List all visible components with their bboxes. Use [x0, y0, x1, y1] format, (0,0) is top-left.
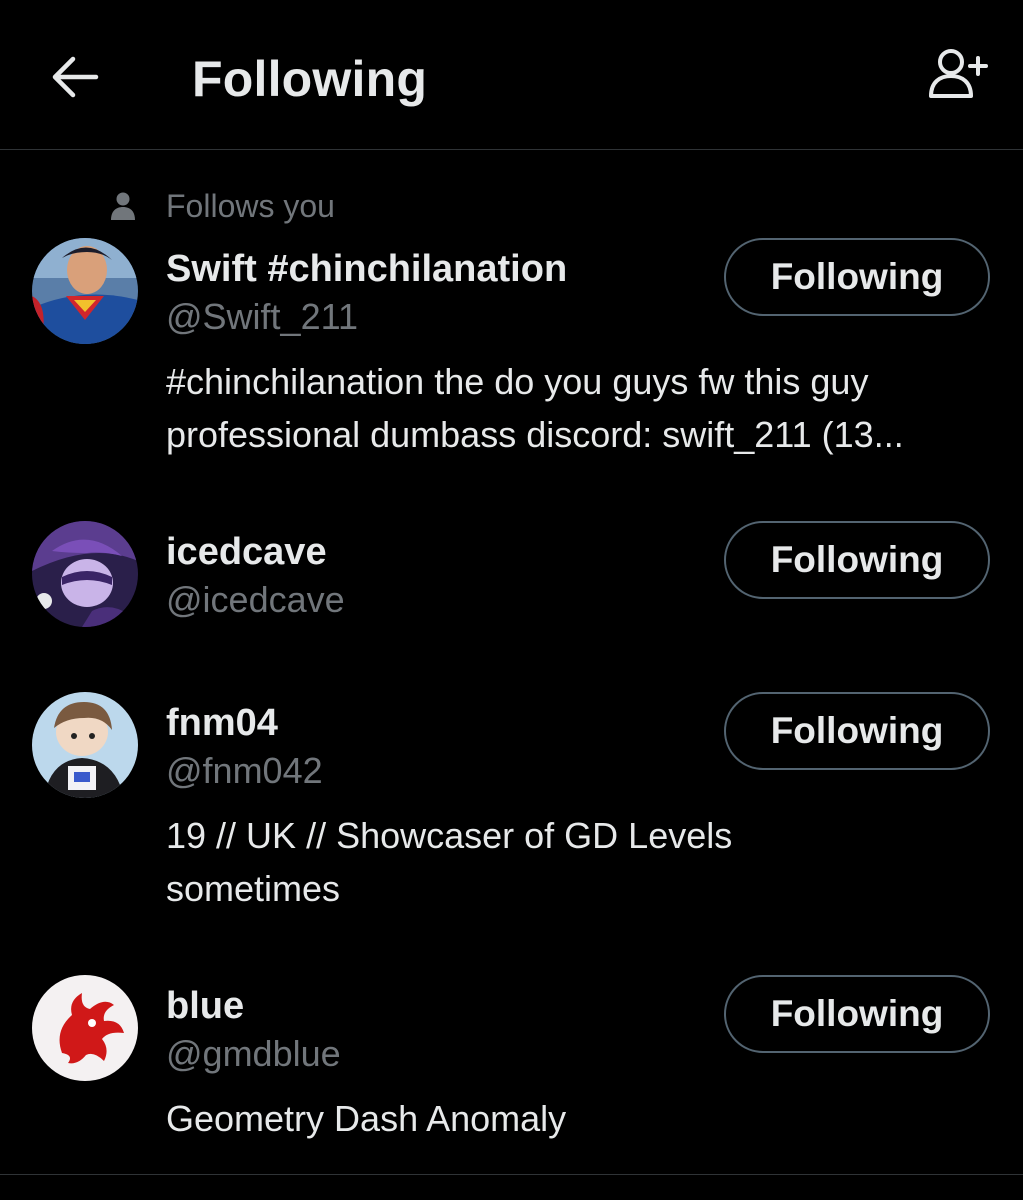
- back-button[interactable]: [46, 48, 104, 106]
- following-button[interactable]: Following: [724, 521, 990, 599]
- person-icon: [111, 192, 135, 220]
- bio-line: #chinchilanation the do you guys fw this…: [166, 361, 869, 402]
- display-name: blue: [166, 985, 245, 1027]
- display-name: icedcave: [166, 531, 327, 573]
- bio: 19 // UK // Showcaser of GD Levels somet…: [166, 809, 996, 915]
- bio-line: sometimes: [166, 868, 341, 909]
- follows-you-label: Follows you: [166, 187, 335, 224]
- avatar[interactable]: [32, 692, 138, 798]
- following-button[interactable]: Following: [724, 692, 990, 770]
- follows-you-indicator: Follows you: [110, 186, 335, 226]
- page-title: Following: [192, 51, 428, 107]
- handle: @icedcave: [166, 579, 345, 620]
- following-button[interactable]: Following: [724, 238, 990, 316]
- display-name: fnm04: [166, 702, 278, 744]
- top-app-bar: Following: [0, 0, 1023, 150]
- bio-line: professional dumbass discord: swift_211 …: [166, 414, 904, 455]
- divider: [0, 1174, 1023, 1175]
- following-button[interactable]: Following: [724, 975, 990, 1053]
- bio: Geometry Dash Anomaly: [166, 1092, 996, 1145]
- bio: #chinchilanation the do you guys fw this…: [166, 355, 996, 461]
- handle: @Swift_211: [166, 296, 358, 337]
- avatar[interactable]: [32, 521, 138, 627]
- avatar[interactable]: [32, 238, 138, 344]
- handle: @fnm042: [166, 750, 323, 791]
- user-plus-icon: [929, 49, 988, 98]
- arrow-left-icon: [52, 56, 99, 98]
- add-user-button[interactable]: [926, 46, 996, 104]
- bio-line: 19 // UK // Showcaser of GD Levels: [166, 815, 733, 856]
- handle: @gmdblue: [166, 1033, 341, 1074]
- bio-line: Geometry Dash Anomaly: [166, 1098, 567, 1139]
- display-name: Swift #chinchilanation: [166, 248, 568, 290]
- avatar[interactable]: [32, 975, 138, 1081]
